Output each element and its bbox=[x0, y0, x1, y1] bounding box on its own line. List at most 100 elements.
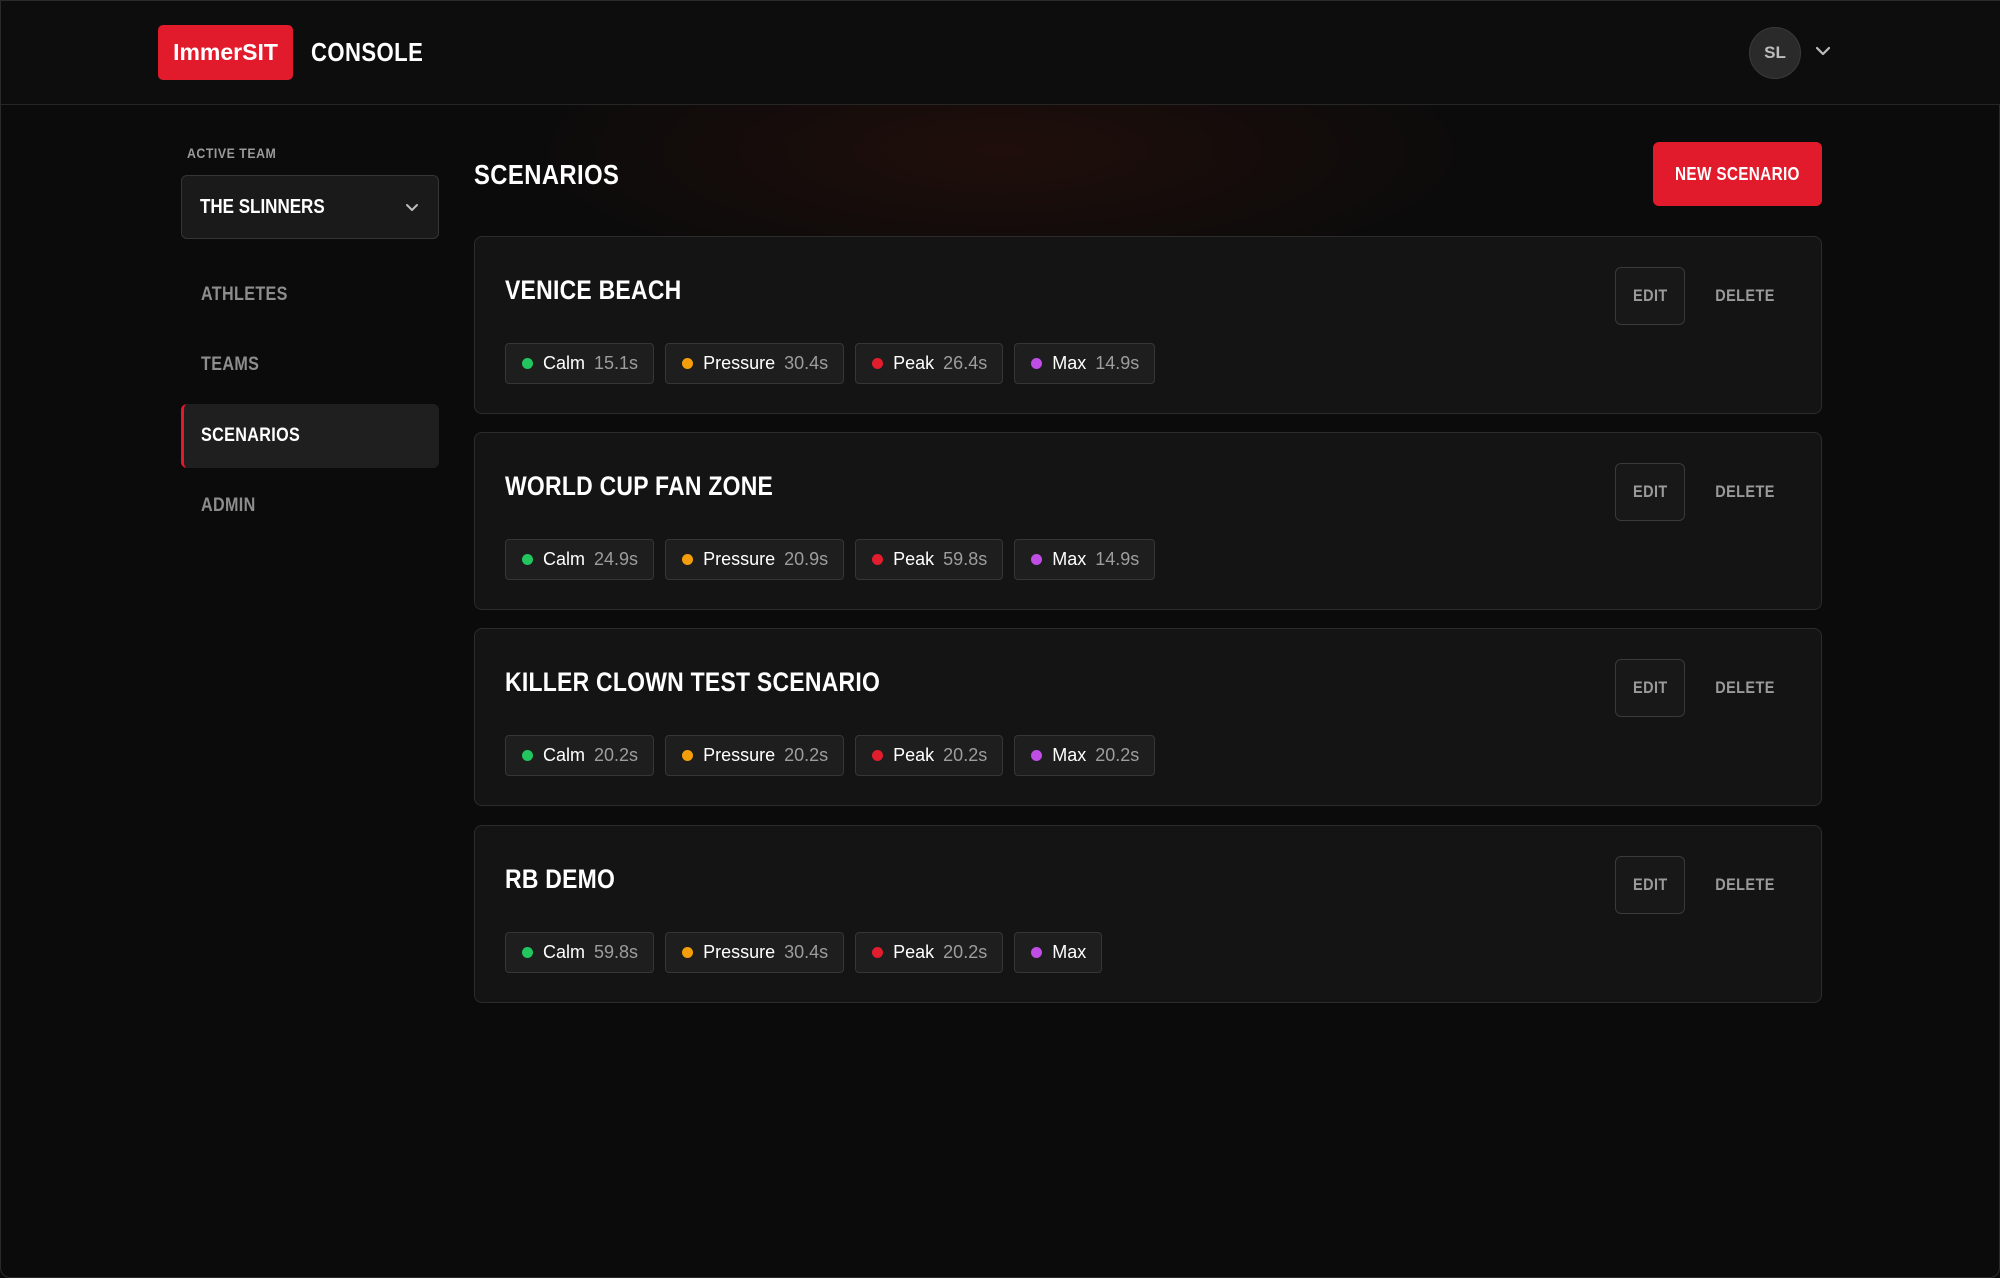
phase-label: Max bbox=[1052, 353, 1087, 373]
chevron-down-icon[interactable] bbox=[1813, 41, 1833, 61]
status-dot-icon bbox=[1031, 358, 1043, 369]
scenario-card: KILLER CLOWN TEST SCENARIO EDIT DELETE Calm… bbox=[474, 628, 1822, 806]
delete-button[interactable]: DELETE bbox=[1701, 463, 1789, 521]
status-dot-icon bbox=[872, 750, 884, 761]
phase-chip-max: Max bbox=[1014, 932, 1103, 973]
phase-duration: 20.2s bbox=[943, 942, 988, 962]
page-title: SCENARIOS bbox=[474, 159, 620, 190]
phase-label: Pressure bbox=[703, 353, 776, 373]
phase-chip-calm: Calm 24.9s bbox=[505, 539, 655, 580]
delete-label: DELETE bbox=[1715, 482, 1775, 501]
phase-duration: 59.8s bbox=[594, 942, 639, 962]
phase-duration: 20.2s bbox=[594, 745, 639, 765]
status-dot-icon bbox=[1031, 947, 1043, 958]
team-select-value: THE SLINNERS bbox=[200, 196, 325, 218]
sidebar-item-teams[interactable]: TEAMS bbox=[181, 333, 439, 397]
phase-label: Peak bbox=[893, 745, 935, 765]
edit-button[interactable]: EDIT bbox=[1615, 463, 1685, 521]
phase-label: Peak bbox=[893, 549, 935, 569]
chevron-down-icon bbox=[406, 204, 418, 211]
phase-duration: 14.9s bbox=[1095, 353, 1140, 373]
phase-label: Pressure bbox=[703, 745, 776, 765]
sidebar-item-admin[interactable]: ADMIN bbox=[181, 474, 439, 538]
phase-chip-max: Max 14.9s bbox=[1014, 343, 1156, 384]
status-dot-icon bbox=[682, 358, 694, 369]
new-scenario-button[interactable]: NEW SCENARIO bbox=[1653, 142, 1822, 206]
sidebar-item-label: ADMIN bbox=[201, 495, 256, 516]
status-dot-icon bbox=[682, 947, 694, 958]
phase-label: Max bbox=[1052, 549, 1087, 569]
delete-button[interactable]: DELETE bbox=[1701, 856, 1789, 914]
scenario-card: VENICE BEACH EDIT DELETE Calm 15.1s Pressure 3… bbox=[474, 236, 1822, 414]
phase-label: Peak bbox=[893, 353, 935, 373]
phase-duration: 15.1s bbox=[594, 353, 639, 373]
phase-label: Pressure bbox=[703, 942, 776, 962]
phase-duration: 24.9s bbox=[594, 549, 639, 569]
avatar[interactable]: SL bbox=[1749, 27, 1801, 79]
phase-duration: 20.2s bbox=[1095, 745, 1140, 765]
phase-chips: Calm 20.2s Pressure 20.2s Peak 20.2s Max 20.2s bbox=[505, 735, 1156, 776]
delete-label: DELETE bbox=[1715, 286, 1775, 305]
phase-label: Pressure bbox=[703, 549, 776, 569]
status-dot-icon bbox=[682, 750, 694, 761]
phase-chip-pressure: Pressure 30.4s bbox=[665, 932, 845, 973]
phase-chips: Calm 24.9s Pressure 20.9s Peak 59.8s Max 14.9s bbox=[505, 539, 1156, 580]
status-dot-icon bbox=[872, 554, 884, 565]
phase-chip-calm: Calm 59.8s bbox=[505, 932, 655, 973]
phase-label: Calm bbox=[543, 745, 586, 765]
scenario-title: RB DEMO bbox=[505, 864, 616, 894]
phase-label: Calm bbox=[543, 942, 586, 962]
delete-button[interactable]: DELETE bbox=[1701, 659, 1789, 717]
app-label: CONSOLE bbox=[311, 37, 424, 67]
scenario-title: WORLD CUP FAN ZONE bbox=[505, 471, 774, 501]
phase-duration: 20.2s bbox=[943, 745, 988, 765]
logo[interactable]: ImmerSIT bbox=[158, 25, 293, 80]
active-team-label: ACTIVE TEAM bbox=[187, 145, 277, 161]
status-dot-icon bbox=[1031, 554, 1043, 565]
edit-button[interactable]: EDIT bbox=[1615, 267, 1685, 325]
phase-chips: Calm 15.1s Pressure 30.4s Peak 26.4s Max 14.9s bbox=[505, 343, 1156, 384]
phase-chip-pressure: Pressure 30.4s bbox=[665, 343, 845, 384]
edit-button[interactable]: EDIT bbox=[1615, 659, 1685, 717]
scenario-title: VENICE BEACH bbox=[505, 275, 682, 305]
phase-chip-peak: Peak 20.2s bbox=[855, 932, 1004, 973]
status-dot-icon bbox=[522, 358, 533, 369]
phase-duration: 14.9s bbox=[1095, 549, 1140, 569]
phase-chip-peak: Peak 59.8s bbox=[855, 539, 1004, 580]
phase-chip-peak: Peak 20.2s bbox=[855, 735, 1004, 776]
phase-chip-peak: Peak 26.4s bbox=[855, 343, 1004, 384]
phase-duration: 30.4s bbox=[784, 942, 829, 962]
new-scenario-label: NEW SCENARIO bbox=[1675, 163, 1800, 184]
phase-duration: 59.8s bbox=[943, 549, 988, 569]
phase-chip-max: Max 14.9s bbox=[1014, 539, 1156, 580]
sidebar-item-label: TEAMS bbox=[201, 354, 260, 375]
phase-chip-calm: Calm 20.2s bbox=[505, 735, 655, 776]
phase-label: Peak bbox=[893, 942, 935, 962]
phase-label: Max bbox=[1052, 745, 1087, 765]
team-select[interactable]: THE SLINNERS bbox=[181, 175, 439, 239]
scenario-card: RB DEMO EDIT DELETE Calm 59.8s Pressure 30.4s P… bbox=[474, 825, 1822, 1003]
phase-chip-pressure: Pressure 20.2s bbox=[665, 735, 845, 776]
sidebar-item-athletes[interactable]: ATHLETES bbox=[181, 263, 439, 327]
phase-chip-calm: Calm 15.1s bbox=[505, 343, 655, 384]
phase-chip-max: Max 20.2s bbox=[1014, 735, 1156, 776]
status-dot-icon bbox=[872, 947, 884, 958]
sidebar-item-label: ATHLETES bbox=[201, 284, 288, 305]
phase-duration: 30.4s bbox=[784, 353, 829, 373]
status-dot-icon bbox=[522, 947, 533, 958]
top-bar: ImmerSIT CONSOLE SL bbox=[1, 1, 2000, 105]
edit-label: EDIT bbox=[1632, 875, 1668, 894]
edit-button[interactable]: EDIT bbox=[1615, 856, 1685, 914]
scenario-card: WORLD CUP FAN ZONE EDIT DELETE Calm 24.9s Pre… bbox=[474, 432, 1822, 610]
phase-chips: Calm 59.8s Pressure 30.4s Peak 20.2s Max bbox=[505, 932, 1103, 973]
phase-duration: 20.9s bbox=[784, 549, 829, 569]
status-dot-icon bbox=[522, 554, 533, 565]
phase-label: Calm bbox=[543, 549, 586, 569]
edit-label: EDIT bbox=[1632, 678, 1668, 697]
status-dot-icon bbox=[1031, 750, 1043, 761]
sidebar-item-scenarios[interactable]: SCENARIOS bbox=[181, 404, 439, 468]
app-window: ImmerSIT CONSOLE SL ACTIVE TEAM THE SLIN… bbox=[0, 0, 2000, 1278]
delete-button[interactable]: DELETE bbox=[1701, 267, 1789, 325]
phase-chip-pressure: Pressure 20.9s bbox=[665, 539, 845, 580]
delete-label: DELETE bbox=[1715, 875, 1775, 894]
